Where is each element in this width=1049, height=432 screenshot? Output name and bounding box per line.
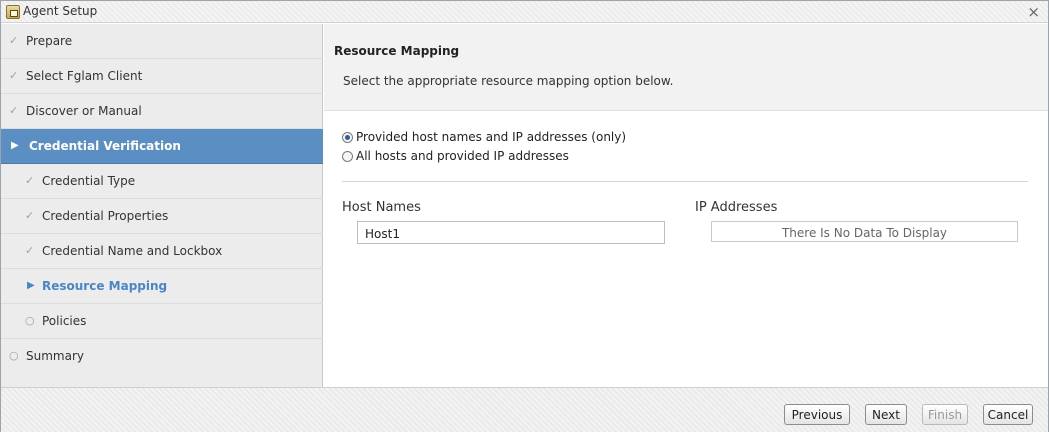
agent-setup-icon — [6, 5, 20, 19]
button-bar: Previous Next Finish Cancel — [1, 387, 1048, 432]
check-icon: ✓ — [9, 104, 19, 117]
sidebar-item-discover-or-manual[interactable]: ✓ Discover or Manual — [1, 94, 323, 129]
cancel-button[interactable]: Cancel — [983, 404, 1033, 425]
host-names-list[interactable]: Host1 — [357, 221, 665, 244]
triangle-right-icon: ▶ — [27, 280, 35, 291]
window-title: Agent Setup — [23, 4, 98, 18]
sidebar-item-label: Policies — [42, 314, 87, 328]
title-bar: Agent Setup × — [1, 1, 1048, 23]
sidebar-item-label: Credential Properties — [42, 209, 169, 223]
sidebar-item-label: Select Fglam Client — [26, 69, 143, 83]
page-title: Resource Mapping — [334, 44, 460, 58]
sidebar-item-label: Credential Name and Lockbox — [42, 244, 223, 258]
ip-addresses-list[interactable]: There Is No Data To Display — [711, 221, 1018, 242]
sidebar-item-select-fglam-client[interactable]: ✓ Select Fglam Client — [1, 59, 323, 94]
sidebar-item-prepare[interactable]: ✓ Prepare — [1, 24, 323, 59]
main-panel: Resource Mapping Select the appropriate … — [324, 24, 1048, 387]
radio-button-checked[interactable] — [342, 131, 353, 143]
section-divider — [342, 181, 1028, 182]
check-icon: ✓ — [25, 209, 35, 222]
step-header: Resource Mapping Select the appropriate … — [324, 24, 1048, 111]
radio-label: All hosts and provided IP addresses — [356, 149, 569, 163]
radio-label: Provided host names and IP addresses (on… — [356, 130, 627, 144]
sidebar-item-credential-name-and-lockbox[interactable]: ✓ Credential Name and Lockbox — [1, 234, 323, 269]
check-icon: ✓ — [9, 34, 19, 47]
sidebar-item-credential-verification[interactable]: ▶ Credential Verification — [1, 129, 323, 164]
ip-addresses-label: IP Addresses — [695, 200, 778, 215]
sidebar-item-label: Summary — [26, 349, 84, 363]
circle-icon: ○ — [9, 349, 19, 362]
circle-icon: ○ — [25, 314, 35, 327]
wizard-steps-sidebar: ✓ Prepare ✓ Select Fglam Client ✓ Discov… — [1, 24, 323, 387]
sidebar-item-label: Discover or Manual — [26, 104, 142, 118]
triangle-right-icon: ▶ — [11, 140, 19, 151]
sidebar-item-label: Credential Verification — [29, 139, 181, 153]
sidebar-item-policies[interactable]: ○ Policies — [1, 304, 323, 339]
agent-setup-dialog: Agent Setup × ✓ Prepare ✓ Select Fglam C… — [0, 0, 1049, 432]
close-icon[interactable]: × — [1027, 3, 1040, 21]
sidebar-item-label: Credential Type — [42, 174, 136, 188]
previous-button[interactable]: Previous — [784, 404, 850, 425]
radio-provided-hosts-and-ips[interactable]: Provided host names and IP addresses (on… — [342, 129, 626, 145]
sidebar-item-label: Resource Mapping — [42, 279, 168, 293]
host-names-label: Host Names — [342, 200, 421, 215]
sidebar-item-credential-type[interactable]: ✓ Credential Type — [1, 164, 323, 199]
sidebar-item-label: Prepare — [26, 34, 73, 48]
step-description: Select the appropriate resource mapping … — [343, 74, 674, 88]
sidebar-item-summary[interactable]: ○ Summary — [1, 339, 323, 374]
check-icon: ✓ — [25, 174, 35, 187]
sidebar-item-credential-properties[interactable]: ✓ Credential Properties — [1, 199, 323, 234]
check-icon: ✓ — [25, 244, 35, 257]
check-icon: ✓ — [9, 69, 19, 82]
finish-button[interactable]: Finish — [922, 404, 968, 425]
sidebar-item-resource-mapping[interactable]: ▶ Resource Mapping — [1, 269, 323, 304]
next-button[interactable]: Next — [865, 404, 907, 425]
radio-all-hosts-and-provided-ips[interactable]: All hosts and provided IP addresses — [342, 148, 569, 164]
radio-button[interactable] — [342, 150, 353, 162]
